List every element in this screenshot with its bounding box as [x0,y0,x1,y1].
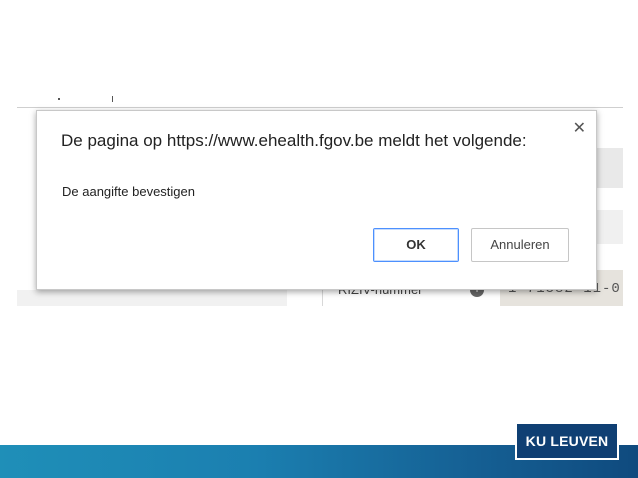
cancel-button[interactable]: Annuleren [471,228,569,262]
dialog-title: De pagina op https://www.ehealth.fgov.be… [61,131,527,150]
ok-button[interactable]: OK [373,228,459,262]
background-top-divider [17,107,623,108]
background-fragment [58,98,60,100]
background-panel [597,148,623,188]
background-fragment [112,96,113,102]
background-panel [17,290,287,306]
background-panel [597,210,623,244]
close-icon[interactable]: ✕ [573,120,586,136]
logo-text: KU LEUVEN [525,433,609,449]
alert-dialog: De pagina op https://www.ehealth.fgov.be… [36,110,597,290]
ku-leuven-logo: KU LEUVEN [515,422,619,460]
dialog-message: De aangifte bevestigen [62,184,195,199]
